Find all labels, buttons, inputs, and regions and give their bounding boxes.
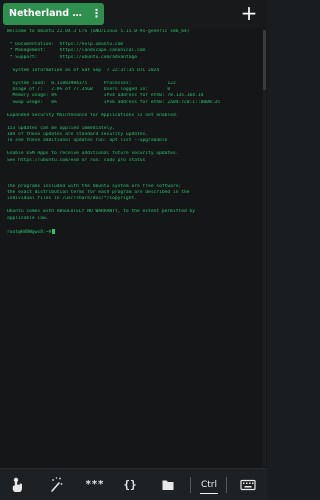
tab-menu-icon[interactable]: ⋮ [91,3,102,25]
scrollbar-thumb[interactable] [263,30,266,90]
keyboard-icon[interactable] [236,469,260,500]
ctrl-key[interactable]: Ctrl [196,469,222,500]
terminal-line: root@H4RWgws8:~# [7,228,258,235]
terminal-app: Netherland se... ⋮ + Welcome to Ubuntu 2… [0,0,267,500]
ctrl-underline [200,493,218,494]
touch-icon[interactable] [5,469,29,500]
terminal-scrollbar[interactable] [263,30,266,466]
tab-bar: Netherland se... ⋮ + [0,0,267,28]
toolbar-divider [226,477,227,493]
bottom-toolbar: *** {} Ctrl [0,468,267,500]
braces-key[interactable]: {} [118,469,142,500]
terminal-cursor [52,228,56,234]
magic-wand-icon[interactable] [44,469,68,500]
terminal-output[interactable]: Welcome to Ubuntu 22.04.3 LTS (GNU/Linux… [0,28,262,468]
new-tab-button[interactable]: + [239,3,259,23]
toolbar-divider [190,477,191,493]
session-tab[interactable]: Netherland se... ⋮ [3,3,104,25]
stars-key[interactable]: *** [80,469,110,500]
session-tab-title: Netherland se... [9,8,87,19]
folder-icon[interactable] [156,469,180,500]
ctrl-key-label: Ctrl [200,480,217,490]
